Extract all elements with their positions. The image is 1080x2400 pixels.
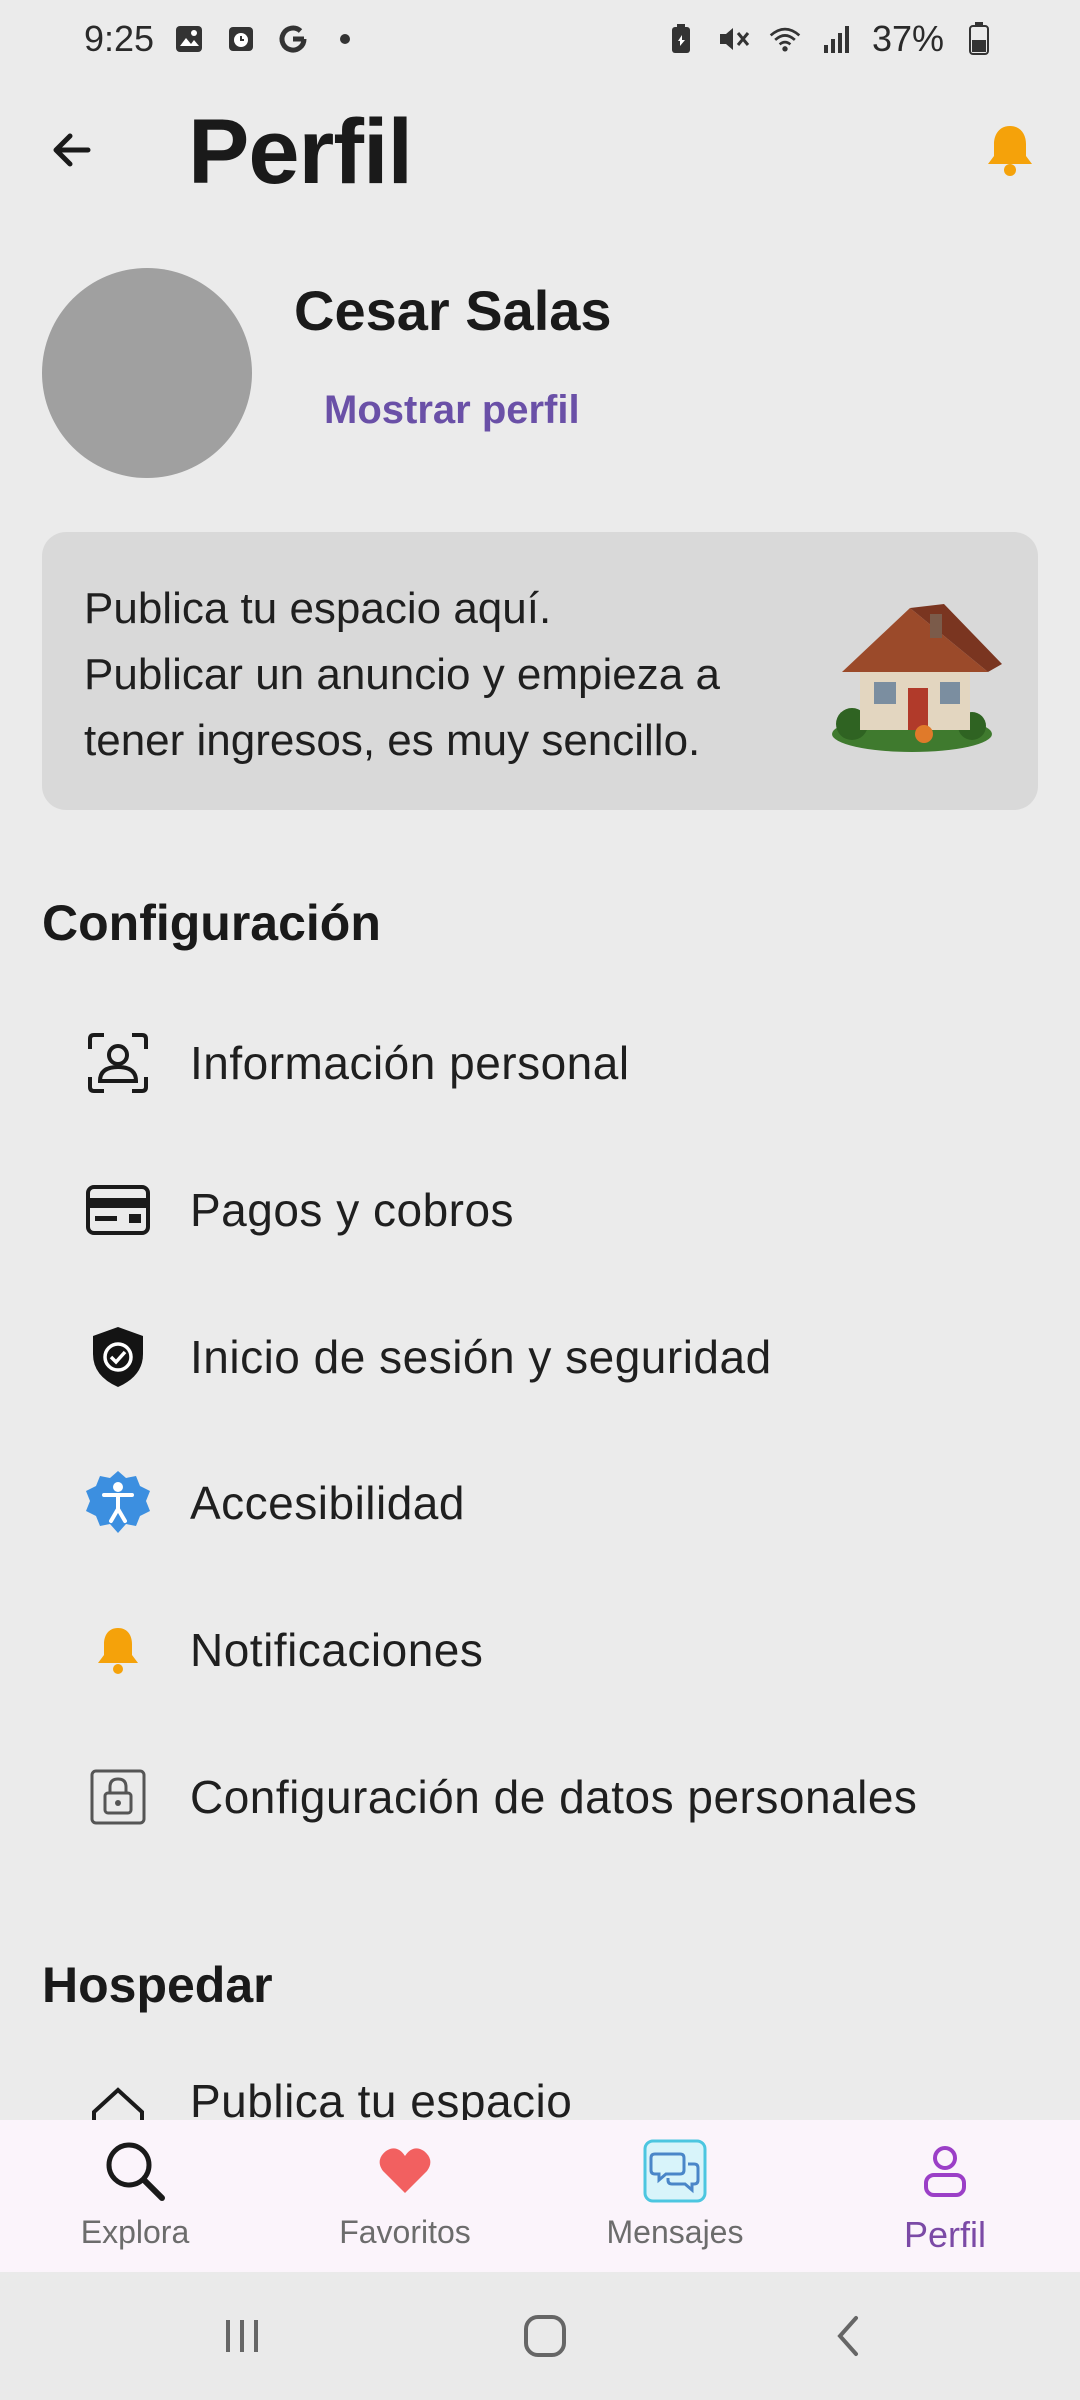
accessibility-icon xyxy=(78,1463,158,1543)
publish-banner[interactable]: Publica tu espacio aquí. Publicar un anu… xyxy=(42,532,1038,810)
recents-icon[interactable] xyxy=(202,2306,282,2366)
page-title: Perfil xyxy=(188,101,413,203)
system-navigation-bar xyxy=(0,2272,1080,2400)
chat-icon xyxy=(637,2136,713,2206)
menu-item-label: Notificaciones xyxy=(190,1624,484,1676)
profile-name: Cesar Salas xyxy=(294,279,612,342)
status-right: 37% xyxy=(664,18,996,60)
nav-perfil[interactable]: Perfil xyxy=(810,2120,1080,2272)
back-icon[interactable] xyxy=(808,2306,888,2366)
calendar-icon xyxy=(224,22,258,56)
nav-mensajes[interactable]: Mensajes xyxy=(540,2120,810,2272)
user-profile-icon xyxy=(78,1023,158,1103)
menu-item-label: Accesibilidad xyxy=(190,1477,465,1529)
menu-item-security[interactable]: Inicio de sesión y seguridad xyxy=(42,1292,1038,1422)
person-icon xyxy=(907,2136,983,2206)
house-icon xyxy=(78,2074,158,2120)
show-profile-link[interactable]: Mostrar perfil xyxy=(324,388,580,433)
mute-icon xyxy=(716,22,750,56)
nav-label: Explora xyxy=(80,2214,190,2250)
banner-line: Publica tu espacio aquí. xyxy=(84,584,552,633)
lock-icon xyxy=(78,1757,158,1837)
shield-check-icon xyxy=(78,1317,158,1397)
config-section-title: Configuración xyxy=(42,895,381,951)
status-time: 9:25 xyxy=(84,18,155,59)
heart-icon xyxy=(367,2136,443,2206)
menu-item-payments[interactable]: Pagos y cobros xyxy=(42,1145,1038,1275)
home-icon[interactable] xyxy=(505,2306,585,2366)
banner-line: Publicar un anuncio y empieza a xyxy=(84,650,720,699)
dot-icon xyxy=(328,22,362,56)
banner-line: tener ingresos, es muy sencillo. xyxy=(84,716,701,765)
back-arrow-icon[interactable] xyxy=(40,118,104,182)
menu-item-accessibility[interactable]: Accesibilidad xyxy=(42,1438,1038,1568)
host-section-title: Hospedar xyxy=(42,1957,273,2013)
banner-text: Publica tu espacio aquí. Publicar un anu… xyxy=(84,576,824,774)
menu-item-label: Inicio de sesión y seguridad xyxy=(190,1331,772,1383)
nav-explora[interactable]: Explora xyxy=(0,2120,270,2272)
battery-icon xyxy=(962,22,996,56)
wifi-icon xyxy=(768,22,802,56)
menu-item-label: Pagos y cobros xyxy=(190,1184,515,1236)
bell-icon[interactable] xyxy=(978,118,1042,182)
nav-label: Perfil xyxy=(903,2214,987,2255)
google-icon xyxy=(276,22,310,56)
nav-label: Favoritos xyxy=(339,2214,471,2250)
gallery-icon xyxy=(172,22,206,56)
status-bar: 9:25 37% xyxy=(0,0,1080,78)
signal-icon xyxy=(820,22,854,56)
house-illustration xyxy=(812,584,1012,764)
menu-item-label: Información personal xyxy=(190,1037,630,1089)
app-header: Perfil xyxy=(0,90,1080,210)
nav-label: Mensajes xyxy=(606,2214,744,2250)
nav-favoritos[interactable]: Favoritos xyxy=(270,2120,540,2272)
bell-icon xyxy=(78,1610,158,1690)
menu-item-personal-info[interactable]: Información personal xyxy=(42,998,1038,1128)
bottom-navigation: Explora Favoritos Mensajes Perfil xyxy=(0,2120,1080,2272)
battery-percent: 37% xyxy=(871,18,944,59)
search-icon xyxy=(97,2136,173,2206)
menu-item-personal-data[interactable]: Configuración de datos personales xyxy=(42,1732,1038,1862)
battery-saver-icon xyxy=(664,22,698,56)
menu-item-publish-space[interactable]: Publica tu espacio xyxy=(42,2064,1038,2120)
avatar[interactable] xyxy=(42,268,252,478)
status-left: 9:25 xyxy=(84,18,362,60)
menu-item-label: Configuración de datos personales xyxy=(190,1771,918,1823)
credit-card-icon xyxy=(78,1170,158,1250)
menu-item-label: Publica tu espacio xyxy=(190,2075,573,2120)
menu-item-notifications[interactable]: Notificaciones xyxy=(42,1585,1038,1715)
